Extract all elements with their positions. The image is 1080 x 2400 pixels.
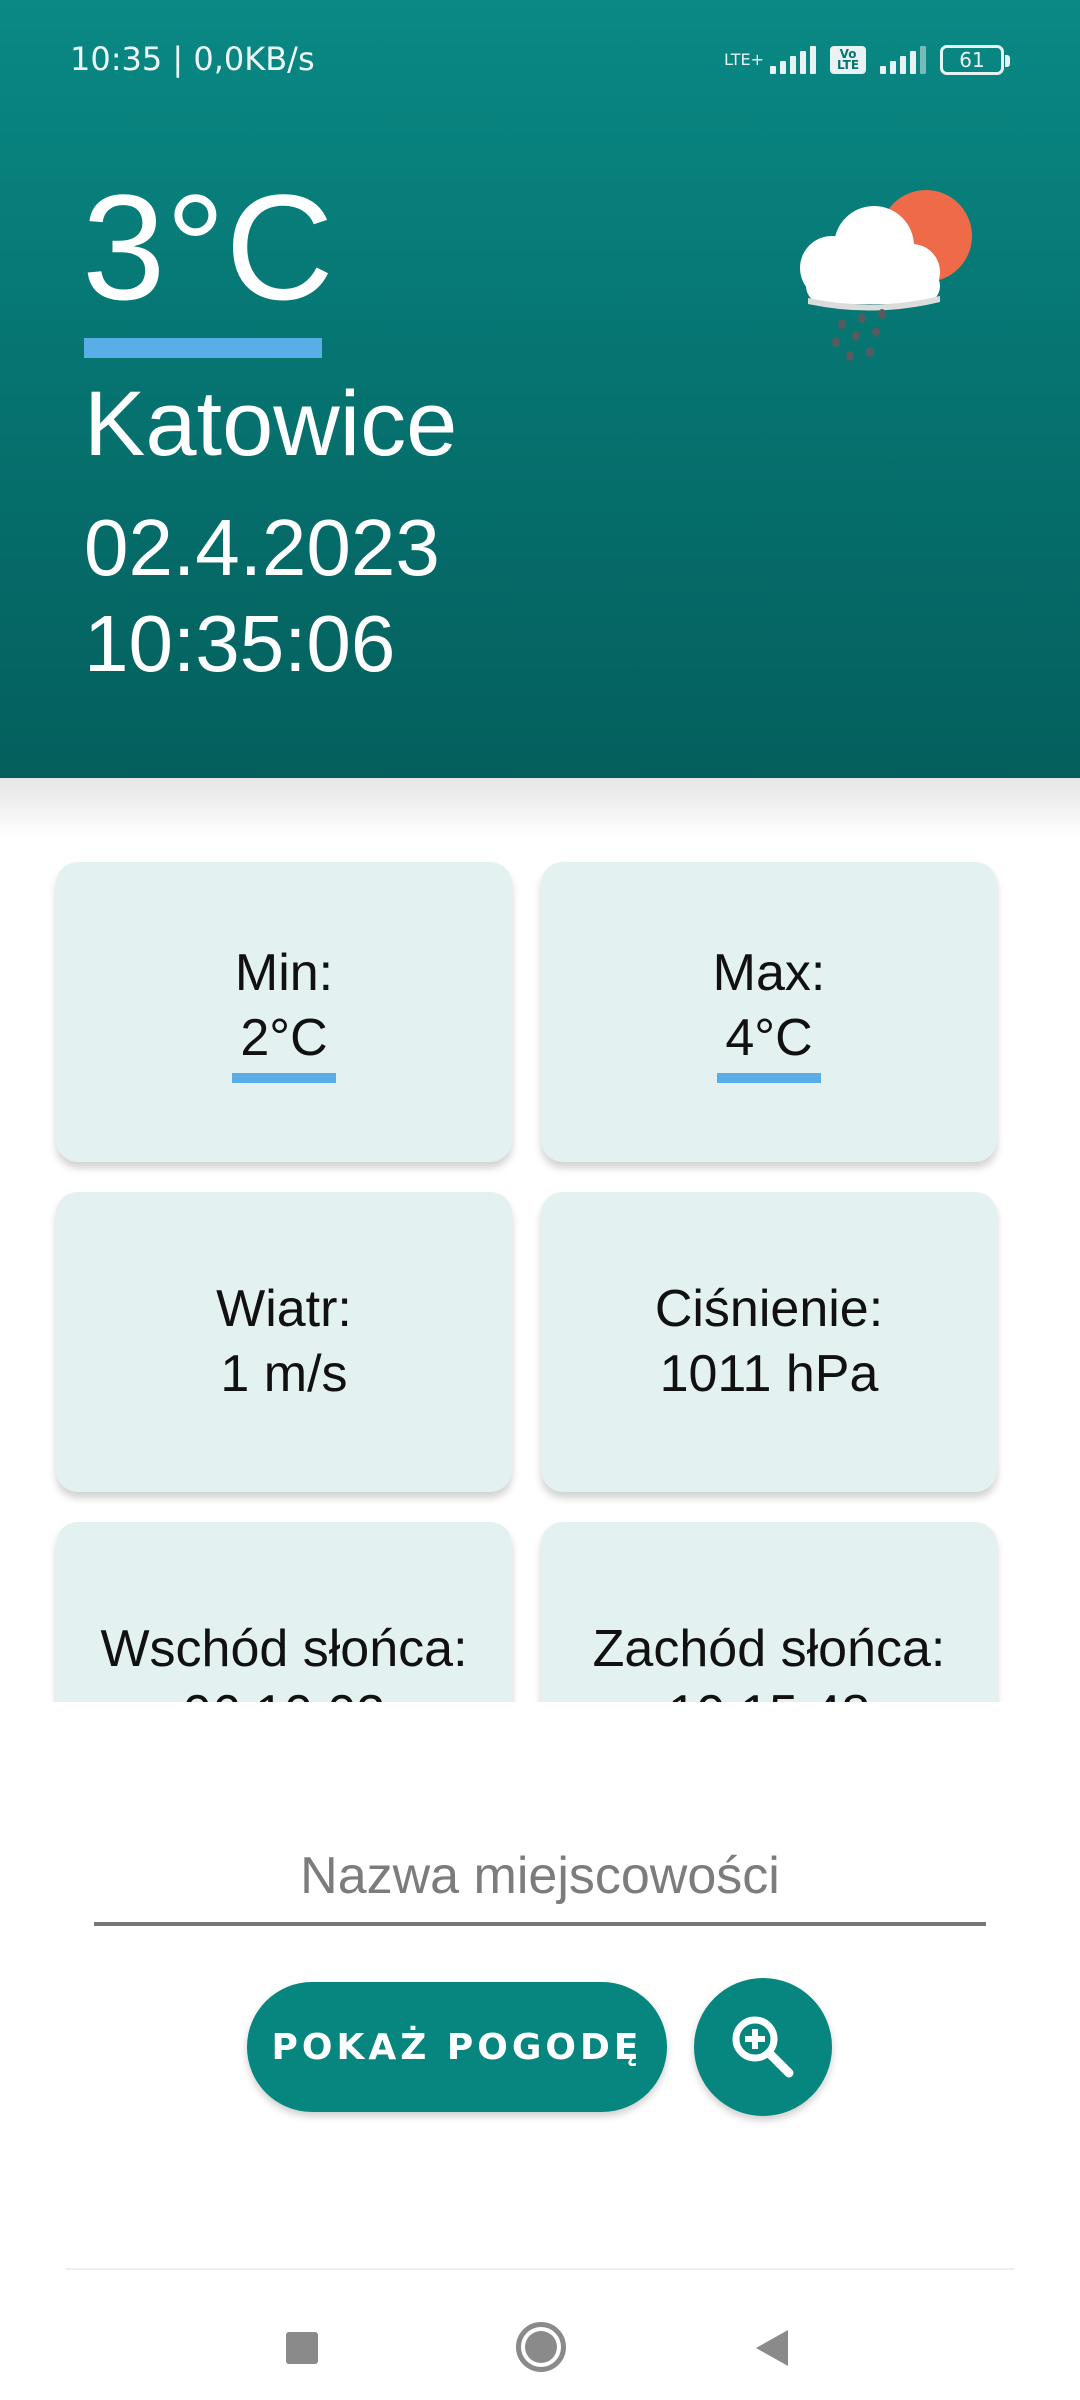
cloud-rain-sun-icon bbox=[800, 190, 972, 361]
zoom-in-icon bbox=[732, 2016, 794, 2078]
min-temp-card: Min: 2°C bbox=[56, 862, 512, 1162]
min-temp-label: Min: bbox=[234, 944, 334, 1002]
weather-date: 02.4.2023 bbox=[84, 503, 440, 592]
signal-icon-2 bbox=[880, 46, 926, 74]
show-weather-button[interactable]: POKAŻ POGODĘ bbox=[247, 1982, 667, 2112]
pressure-label: Ciśnienie: bbox=[654, 1280, 884, 1338]
weather-time: 10:35:06 bbox=[84, 599, 396, 688]
back-icon[interactable] bbox=[756, 2330, 788, 2366]
max-temp-label: Max: bbox=[712, 944, 826, 1002]
search-button[interactable] bbox=[694, 1978, 832, 2116]
current-temperature: 3°C bbox=[82, 163, 334, 331]
sunset-card: Zachód słońca: 19:15:48 bbox=[541, 1522, 997, 1702]
max-temp-value: 4°C bbox=[725, 1009, 813, 1067]
weather-details-scroll[interactable]: Min: 2°C Max: 4°C Wiatr: 1 m/s Ciśnienie… bbox=[0, 838, 1080, 1702]
recent-apps-icon[interactable] bbox=[286, 2332, 318, 2364]
nav-divider bbox=[66, 2268, 1014, 2270]
min-temp-underline bbox=[232, 1073, 336, 1083]
city-search-input[interactable] bbox=[94, 1830, 986, 1926]
sunset-label: Zachód słońca: bbox=[592, 1620, 946, 1678]
max-temp-card: Max: 4°C bbox=[541, 862, 997, 1162]
max-temp-underline bbox=[717, 1073, 821, 1083]
status-icons: LTE+ Vo LTE 61 bbox=[724, 40, 1010, 80]
volte-icon: Vo LTE bbox=[830, 46, 866, 74]
wind-label: Wiatr: bbox=[216, 1280, 352, 1338]
system-nav-bar bbox=[0, 2272, 1080, 2400]
wind-card: Wiatr: 1 m/s bbox=[56, 1192, 512, 1492]
sunrise-label: Wschód słońca: bbox=[100, 1620, 468, 1678]
sunset-value: 19:15:48 bbox=[668, 1682, 870, 1702]
min-temp-value-wrap: 2°C bbox=[232, 1006, 336, 1083]
max-temp-value-wrap: 4°C bbox=[717, 1006, 821, 1083]
wind-value: 1 m/s bbox=[220, 1345, 348, 1403]
battery-icon: 61 bbox=[940, 45, 1010, 75]
home-dot bbox=[525, 2331, 557, 2363]
header-shadow bbox=[0, 778, 1080, 838]
pressure-card: Ciśnienie: 1011 hPa bbox=[541, 1192, 997, 1492]
lte-label: LTE+ bbox=[724, 50, 764, 69]
signal-icon bbox=[770, 46, 816, 74]
min-temp-value: 2°C bbox=[240, 1009, 328, 1067]
weather-header: 10:35 | 0,0KB/s LTE+ Vo LTE 61 3°C Katow… bbox=[0, 0, 1080, 778]
battery-level: 61 bbox=[959, 48, 985, 72]
pressure-value: 1011 hPa bbox=[659, 1345, 879, 1403]
city-name: Katowice bbox=[84, 373, 458, 475]
home-icon[interactable] bbox=[516, 2322, 566, 2372]
temperature-underline bbox=[84, 338, 322, 358]
sunrise-value: 06:10:02 bbox=[183, 1682, 385, 1702]
sunrise-card: Wschód słońca: 06:10:02 bbox=[56, 1522, 512, 1702]
status-time: 10:35 | 0,0KB/s bbox=[70, 40, 315, 78]
